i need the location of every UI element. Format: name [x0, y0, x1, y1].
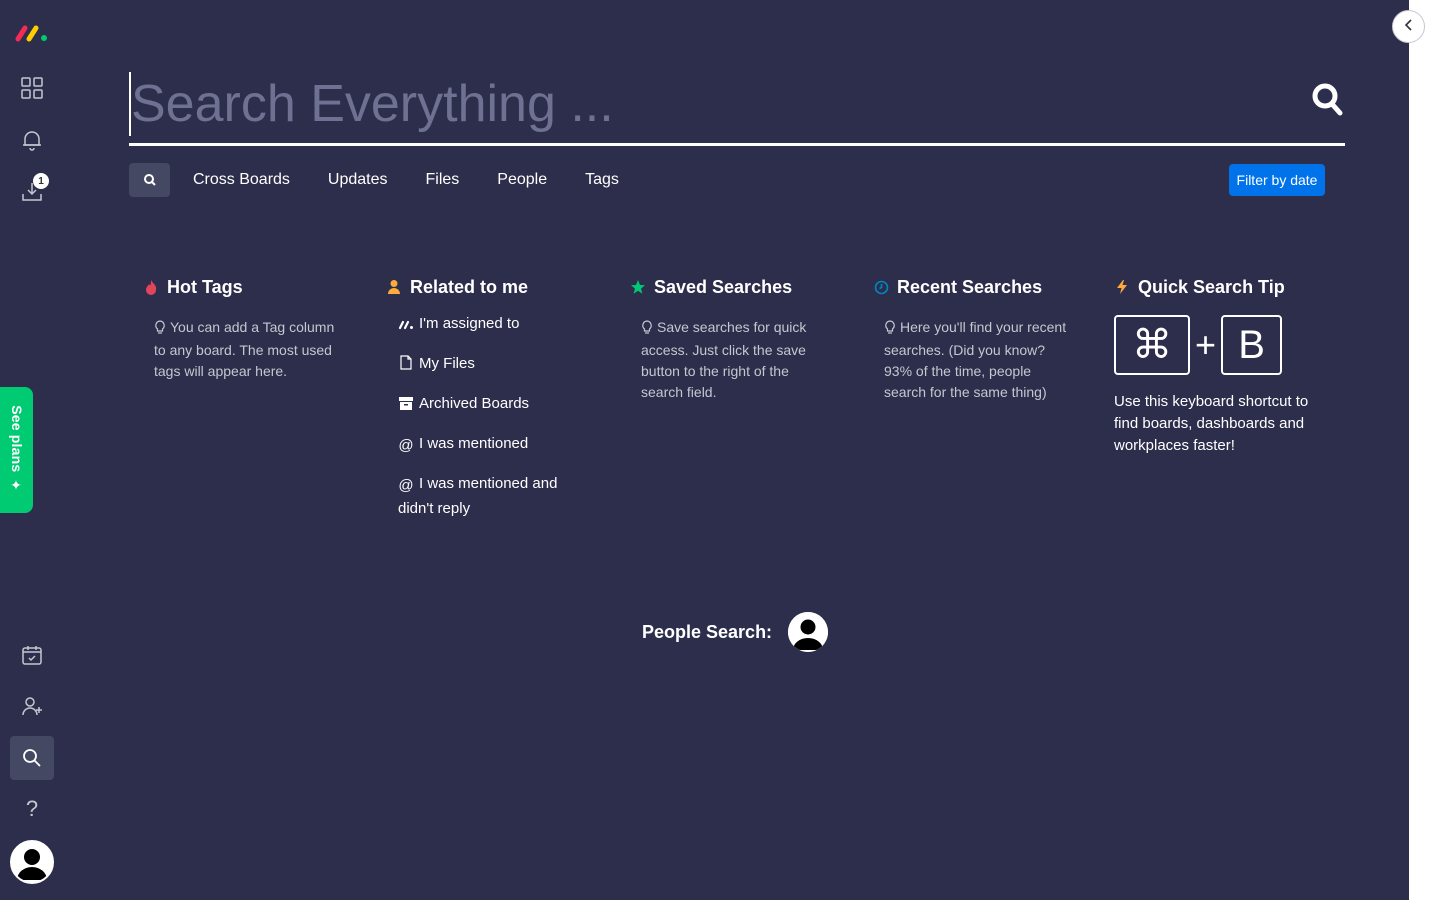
see-plans-button[interactable]: ✦ See plans: [0, 387, 33, 513]
command-key: ⌘: [1114, 315, 1190, 375]
fire-icon: [143, 279, 159, 295]
help-icon[interactable]: ?: [10, 787, 54, 831]
lightbulb-icon: [884, 319, 896, 340]
archive-icon: [398, 394, 414, 417]
lightbulb-icon: [154, 319, 166, 340]
chevron-left-icon: [1404, 18, 1414, 36]
sparkle-icon: ✦: [8, 478, 25, 495]
clock-icon: [873, 279, 889, 295]
related-item-label: My Files: [419, 355, 475, 372]
saved-searches-tip: Save searches for quick access. Just cli…: [641, 319, 807, 400]
saved-searches-title: Saved Searches: [654, 276, 793, 297]
plus-sign: +: [1195, 324, 1217, 365]
file-icon: [398, 354, 414, 377]
related-item-assigned[interactable]: I'm assigned to: [398, 312, 578, 337]
calendar-check-icon[interactable]: [10, 633, 54, 677]
search-nav-icon[interactable]: [10, 736, 54, 780]
recent-searches-title: Recent Searches: [897, 276, 1043, 297]
related-item-label: I was mentioned and didn't reply: [398, 475, 558, 517]
related-item-label: I'm assigned to: [419, 315, 520, 332]
people-search-avatar[interactable]: [788, 612, 829, 652]
person-icon: [386, 279, 402, 295]
related-item-mentioned[interactable]: @ I was mentioned: [398, 432, 578, 457]
related-title: Related to me: [410, 276, 529, 297]
inbox-download-icon[interactable]: 1: [10, 170, 54, 214]
saved-searches-section: Saved Searches Save searches for quick a…: [617, 276, 847, 403]
avatar[interactable]: [10, 840, 54, 884]
hot-tags-title: Hot Tags: [167, 276, 243, 297]
lightbulb-icon: [641, 319, 653, 340]
at-icon: @: [398, 437, 414, 454]
tab-tags[interactable]: Tags: [585, 163, 619, 197]
related-item-archived-boards[interactable]: Archived Boards: [398, 392, 578, 417]
people-search-label: People Search:: [642, 621, 773, 642]
related-item-label: Archived Boards: [419, 395, 530, 412]
star-icon: [630, 279, 646, 295]
notification-badge: 1: [33, 173, 49, 189]
recent-searches-tip: Here you'll find your recent searches. (…: [884, 319, 1067, 400]
left-rail: 1 ✦ See plans ?: [0, 0, 64, 900]
search-tabs: Cross Boards Updates Files People Tags: [129, 163, 619, 197]
recent-searches-section: Recent Searches Here you'll find your re…: [860, 276, 1090, 403]
related-item-label: I was mentioned: [419, 435, 529, 452]
monday-logo-icon: [398, 314, 414, 337]
workspaces-icon[interactable]: [10, 66, 54, 110]
related-item-mentioned-no-reply[interactable]: @ I was mentioned and didn't reply: [398, 472, 578, 520]
tab-all-search[interactable]: [129, 163, 170, 197]
search-input[interactable]: [129, 72, 1279, 136]
search-bar: [129, 68, 1345, 146]
tab-cross-boards[interactable]: Cross Boards: [193, 163, 290, 197]
quick-tip-title: Quick Search Tip: [1138, 276, 1285, 297]
quick-search-tip-section: Quick Search Tip ⌘ + B Use this keyboard…: [1101, 276, 1331, 457]
at-icon: @: [398, 477, 414, 494]
b-key: B: [1221, 315, 1283, 375]
tab-people[interactable]: People: [497, 163, 547, 197]
right-panel-edge: [1409, 0, 1440, 900]
quick-tip-description: Use this keyboard shortcut to find board…: [1114, 393, 1309, 454]
search-icon[interactable]: [1311, 82, 1345, 120]
collapse-panel-button[interactable]: [1392, 10, 1425, 43]
related-item-my-files[interactable]: My Files: [398, 352, 578, 377]
tab-files[interactable]: Files: [426, 163, 460, 197]
related-to-me-section: Related to me I'm assigned to My Files A…: [373, 276, 603, 535]
lightning-icon: [1114, 279, 1130, 295]
hot-tags-tip: You can add a Tag column to any board. T…: [154, 319, 335, 379]
see-plans-label: See plans: [8, 405, 25, 473]
tab-updates[interactable]: Updates: [328, 163, 388, 197]
hot-tags-section: Hot Tags You can add a Tag column to any…: [130, 276, 360, 382]
keyboard-shortcut: ⌘ + B: [1114, 315, 1331, 375]
invite-user-icon[interactable]: [10, 684, 54, 728]
filter-by-date-button[interactable]: Filter by date: [1229, 164, 1325, 196]
bell-icon[interactable]: [10, 118, 54, 162]
people-search: People Search:: [642, 612, 829, 652]
